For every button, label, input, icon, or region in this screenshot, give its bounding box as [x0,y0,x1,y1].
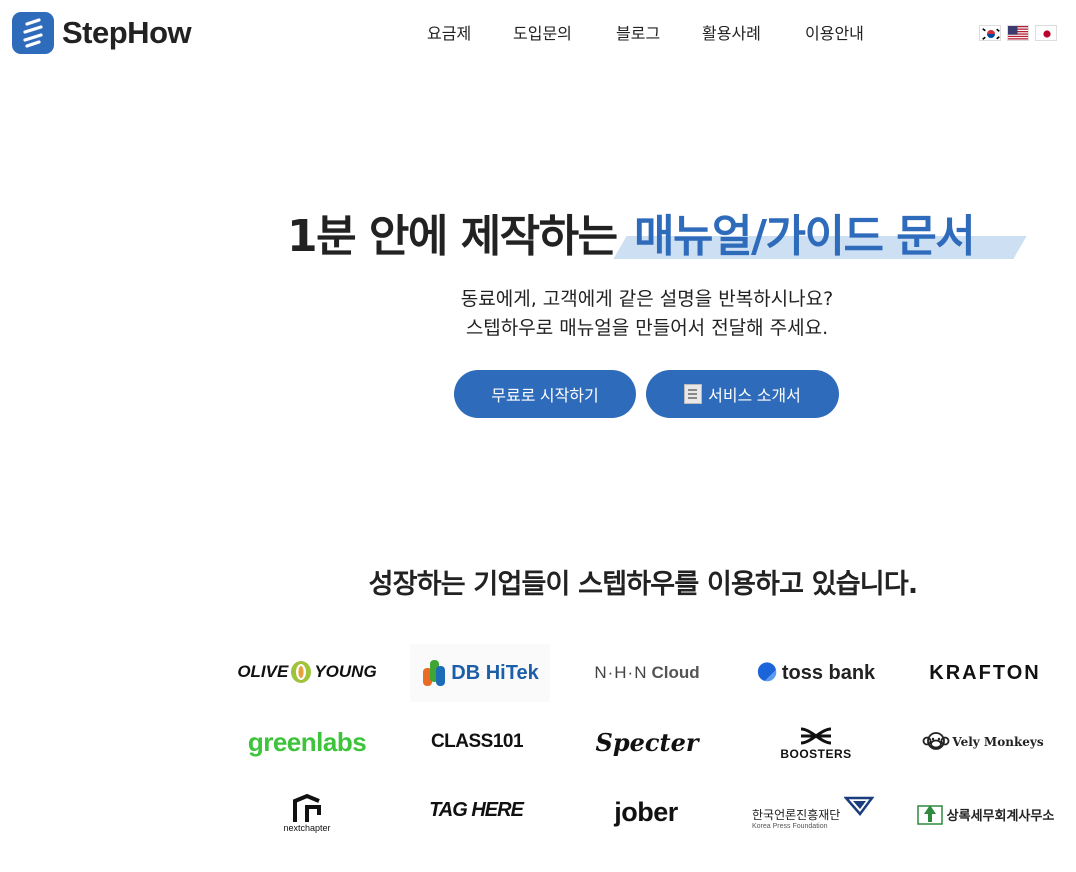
sangrok-logo: 상록세무회계사무소 [910,794,1060,834]
tossbank-icon [755,661,779,685]
nhncloud-logo: N·H·N Cloud [580,653,714,693]
logo-text: toss bank [781,661,876,684]
boosters-logo: BOOSTERS [766,722,866,764]
start-free-button[interactable]: 무료로 시작하기 [454,370,636,418]
start-free-label: 무료로 시작하기 [491,388,599,405]
greenlabs-logo: greenlabs [240,722,374,762]
nav-use-cases[interactable]: 활용사례 [702,20,761,44]
logo-text: YOUNG [314,662,377,681]
korea-flag-icon[interactable] [979,25,1001,41]
olive-icon [290,660,312,684]
site-header: StepHow 요금제 도입문의 블로그 활용사례 이용안내 [0,0,1076,66]
class101-logo: CLASS101 [412,722,542,762]
tree-icon [916,802,944,826]
logo-text: DB HiTek [451,661,539,684]
nextchapter-logo: nextchapter [268,790,346,836]
logo-text: OLIVE [237,662,289,681]
logo-text: Vely Monkeys [952,735,1044,749]
logo-text: BOOSTERS [780,747,852,761]
hero-subtitle-line: 스텝하우로 매뉴얼을 만들어서 전달해 주세요. [465,317,829,339]
hero-title-text: 1분 안에 제작하는 [287,211,618,262]
nav-inquiry[interactable]: 도입문의 [513,20,572,44]
hero-title: 1분 안에 제작하는 매뉴얼/가이드 문서 [0,200,1076,264]
nav-blog[interactable]: 블로그 [616,20,660,44]
specter-logo: Specter [586,722,708,762]
logo-text: nextchapter [283,823,331,833]
logo-text: KRAFTON [929,661,1041,684]
logo-text: Korea Press Foundation [752,823,828,830]
logo-text: CLASS101 [430,731,524,752]
nav-guide[interactable]: 이용안내 [805,20,864,44]
language-switcher [979,25,1057,41]
krafton-logo: KRAFTON [920,653,1050,693]
hero-title-emphasis: 매뉴얼/가이드 문서 [634,211,976,262]
japan-flag-icon[interactable] [1035,25,1057,41]
dbhitek-logo: DB HiTek [410,644,550,702]
nextchapter-icon [289,793,325,823]
jober-logo: jober [596,792,696,832]
document-icon [684,384,703,404]
monkey-icon [922,729,950,755]
service-intro-button[interactable]: 서비스 소개서 [646,370,839,418]
service-intro-label: 서비스 소개서 [708,388,801,405]
usa-flag-icon[interactable] [1007,25,1029,41]
dbhitek-icon [421,658,447,688]
kpf-logo: 한국언론진흥재단 Korea Press Foundation [752,794,876,832]
logo-text: greenlabs [247,726,367,757]
tossbank-logo: toss bank [748,653,882,693]
logo-text: jober [614,796,678,827]
hero-subtitle: 동료에게, 고객에게 같은 설명을 반복하시나요? 스텝하우로 매뉴얼을 만들어… [0,285,1076,343]
logo-text: N·H·N [594,663,648,682]
boosters-icon [799,725,833,747]
logo-text: TAG HERE [429,798,524,821]
logo-text: 한국언론진흥재단 [752,808,841,822]
nav-pricing[interactable]: 요금제 [427,20,471,44]
velymonkeys-logo: Vely Monkeys [916,722,1050,762]
customers-heading: 성장하는 기업들이 스텝하우를 이용하고 있습니다. [368,569,919,600]
logo-text: Cloud [651,663,700,682]
logo-text: 상록세무회계사무소 [946,808,1055,824]
taghere-logo: TAG HERE [420,790,532,830]
kpf-icon [843,796,875,816]
oliveyoung-logo: OLIVE YOUNG [232,652,382,692]
hero-subtitle-line: 동료에게, 고객에게 같은 설명을 반복하시나요? [460,288,834,310]
logo-text: Specter [595,727,699,757]
main-nav: 요금제 도입문의 블로그 활용사례 이용안내 [0,20,1076,46]
